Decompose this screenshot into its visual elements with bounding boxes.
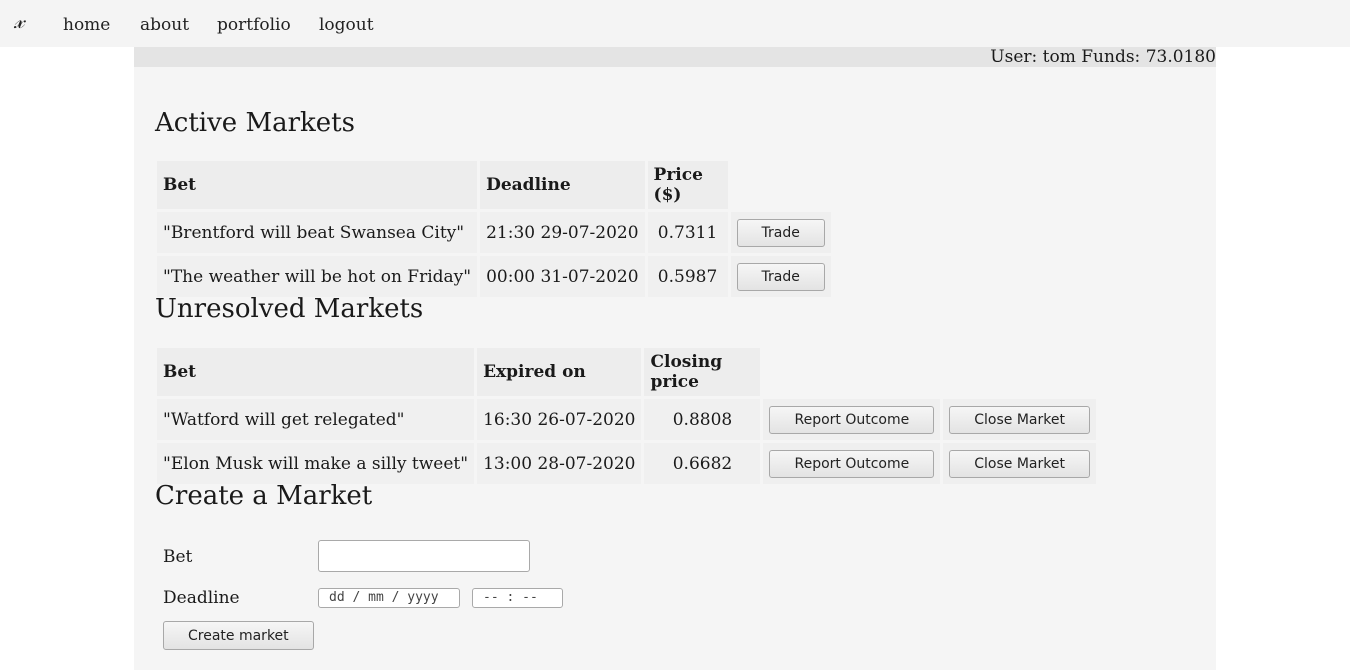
- active-markets-table: Bet Deadline Price ($) "Brentford will b…: [154, 158, 834, 300]
- nav-about[interactable]: about: [140, 15, 189, 35]
- report-outcome-button[interactable]: Report Outcome: [769, 405, 935, 434]
- bet-label: Bet: [163, 547, 193, 567]
- bet-text: "Elon Musk will make a silly tweet": [157, 443, 475, 484]
- trade-button[interactable]: Trade: [736, 262, 825, 291]
- main-content: User: tom Funds: 73.0180 Active Markets …: [134, 47, 1216, 670]
- trade-button[interactable]: Trade: [736, 218, 825, 247]
- table-row: "The weather will be hot on Friday" 00:0…: [157, 256, 831, 297]
- unresolved-markets-title: Unresolved Markets: [155, 294, 424, 324]
- create-market-title: Create a Market: [155, 481, 373, 511]
- table-header-row: Bet Deadline Price ($): [157, 161, 831, 209]
- deadline: 21:30 29-07-2020: [480, 212, 645, 253]
- expired-on: 16:30 26-07-2020: [477, 399, 642, 440]
- deadline-date-input[interactable]: dd / mm / yyyy: [318, 588, 460, 608]
- active-markets-title: Active Markets: [155, 108, 355, 138]
- col-bet: Bet: [157, 348, 475, 396]
- user-funds: User: tom Funds: 73.0180: [990, 47, 1216, 67]
- user-bar: User: tom Funds: 73.0180: [134, 47, 1216, 67]
- price: 0.7311: [647, 212, 728, 253]
- deadline-time-input[interactable]: -- : --: [472, 588, 563, 608]
- close-market-button[interactable]: Close Market: [949, 449, 1090, 478]
- create-market-button[interactable]: Create market: [163, 621, 314, 650]
- col-closing-price: Closing price: [644, 348, 761, 396]
- table-row: "Elon Musk will make a silly tweet" 13:0…: [157, 443, 1096, 484]
- table-row: "Watford will get relegated" 16:30 26-07…: [157, 399, 1096, 440]
- bet-input[interactable]: [318, 540, 530, 572]
- bet-text: "Brentford will beat Swansea City": [157, 212, 478, 253]
- col-price: Price ($): [647, 161, 728, 209]
- closing-price: 0.8808: [644, 399, 761, 440]
- closing-price: 0.6682: [644, 443, 761, 484]
- deadline-label: Deadline: [163, 588, 240, 608]
- deadline: 00:00 31-07-2020: [480, 256, 645, 297]
- col-bet: Bet: [157, 161, 478, 209]
- navbar: 𝓍 home about portfolio logout: [0, 0, 1350, 47]
- nav-logout[interactable]: logout: [319, 15, 374, 35]
- report-outcome-button[interactable]: Report Outcome: [769, 449, 935, 478]
- price: 0.5987: [647, 256, 728, 297]
- brand-logo[interactable]: 𝓍: [14, 9, 24, 34]
- nav-portfolio[interactable]: portfolio: [217, 15, 291, 35]
- col-expired: Expired on: [477, 348, 642, 396]
- close-market-button[interactable]: Close Market: [949, 405, 1090, 434]
- bet-text: "The weather will be hot on Friday": [157, 256, 478, 297]
- table-row: "Brentford will beat Swansea City" 21:30…: [157, 212, 831, 253]
- table-header-row: Bet Expired on Closing price: [157, 348, 1096, 396]
- expired-on: 13:00 28-07-2020: [477, 443, 642, 484]
- unresolved-markets-table: Bet Expired on Closing price "Watford wi…: [154, 345, 1099, 487]
- bet-text: "Watford will get relegated": [157, 399, 475, 440]
- col-deadline: Deadline: [480, 161, 645, 209]
- nav-home[interactable]: home: [63, 15, 110, 35]
